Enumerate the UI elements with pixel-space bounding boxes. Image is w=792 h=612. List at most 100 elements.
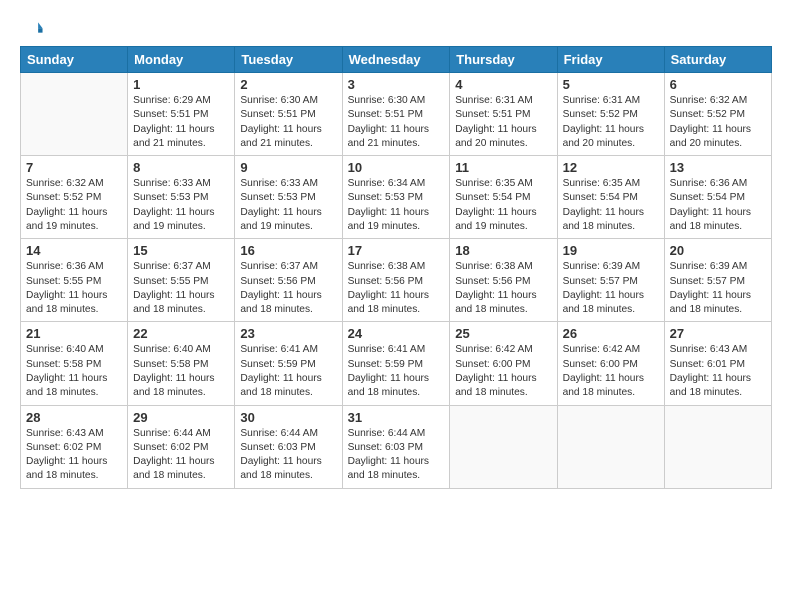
day-info: Sunrise: 6:42 AMSunset: 6:00 PMDaylight:… bbox=[455, 343, 551, 400]
calendar-cell: 28 Sunrise: 6:43 AMSunset: 6:02 PMDayligh… bbox=[21, 405, 128, 488]
day-number: 19 bbox=[563, 243, 659, 258]
day-info: Sunrise: 6:30 AMSunset: 5:51 PMDaylight:… bbox=[240, 94, 336, 151]
calendar-cell: 10 Sunrise: 6:34 AMSunset: 5:53 PMDayligh… bbox=[342, 156, 450, 239]
weekday-header-thursday: Thursday bbox=[450, 47, 557, 73]
week-row-4: 21 Sunrise: 6:40 AMSunset: 5:58 PMDayligh… bbox=[21, 322, 772, 405]
day-number: 7 bbox=[26, 160, 122, 175]
day-number: 29 bbox=[133, 410, 229, 425]
calendar-cell bbox=[21, 73, 128, 156]
calendar-cell: 13Sunrise: 6:36 AMSunset: 5:54 PMDayligh… bbox=[664, 156, 771, 239]
weekday-header-tuesday: Tuesday bbox=[235, 47, 342, 73]
day-number: 17 bbox=[348, 243, 445, 258]
calendar-cell: 21 Sunrise: 6:40 AMSunset: 5:58 PMDayligh… bbox=[21, 322, 128, 405]
day-info: Sunrise: 6:42 AMSunset: 6:00 PMDaylight:… bbox=[563, 343, 659, 400]
week-row-3: 14Sunrise: 6:36 AMSunset: 5:55 PMDayligh… bbox=[21, 239, 772, 322]
day-number: 26 bbox=[563, 326, 659, 341]
day-info: Sunrise: 6:38 AMSunset: 5:56 PMDaylight:… bbox=[348, 260, 445, 317]
week-row-1: 1 Sunrise: 6:29 AMSunset: 5:51 PMDaylight… bbox=[21, 73, 772, 156]
day-info: Sunrise: 6:34 AMSunset: 5:53 PMDaylight:… bbox=[348, 177, 445, 234]
week-row-2: 7 Sunrise: 6:32 AMSunset: 5:52 PMDaylight… bbox=[21, 156, 772, 239]
day-info: Sunrise: 6:29 AMSunset: 5:51 PMDaylight:… bbox=[133, 94, 229, 151]
day-number: 15 bbox=[133, 243, 229, 258]
day-number: 18 bbox=[455, 243, 551, 258]
day-number: 9 bbox=[240, 160, 336, 175]
day-info: Sunrise: 6:39 AMSunset: 5:57 PMDaylight:… bbox=[670, 260, 766, 317]
day-info: Sunrise: 6:40 AMSunset: 5:58 PMDaylight:… bbox=[26, 343, 122, 400]
day-info: Sunrise: 6:43 AMSunset: 6:02 PMDaylight:… bbox=[26, 427, 122, 484]
day-info: Sunrise: 6:32 AMSunset: 5:52 PMDaylight:… bbox=[26, 177, 122, 234]
calendar-cell: 3 Sunrise: 6:30 AMSunset: 5:51 PMDaylight… bbox=[342, 73, 450, 156]
weekday-header-friday: Friday bbox=[557, 47, 664, 73]
calendar-cell: 30 Sunrise: 6:44 AMSunset: 6:03 PMDayligh… bbox=[235, 405, 342, 488]
day-number: 1 bbox=[133, 77, 229, 92]
main-container: SundayMondayTuesdayWednesdayThursdayFrid… bbox=[0, 0, 792, 499]
calendar-cell: 8 Sunrise: 6:33 AMSunset: 5:53 PMDaylight… bbox=[128, 156, 235, 239]
calendar-cell: 25 Sunrise: 6:42 AMSunset: 6:00 PMDayligh… bbox=[450, 322, 557, 405]
calendar-table: SundayMondayTuesdayWednesdayThursdayFrid… bbox=[20, 46, 772, 489]
weekday-header-sunday: Sunday bbox=[21, 47, 128, 73]
day-number: 6 bbox=[670, 77, 766, 92]
day-number: 3 bbox=[348, 77, 445, 92]
logo bbox=[20, 18, 44, 40]
calendar-cell: 20 Sunrise: 6:39 AMSunset: 5:57 PMDayligh… bbox=[664, 239, 771, 322]
day-number: 12 bbox=[563, 160, 659, 175]
calendar-cell: 27 Sunrise: 6:43 AMSunset: 6:01 PMDayligh… bbox=[664, 322, 771, 405]
calendar-cell: 11Sunrise: 6:35 AMSunset: 5:54 PMDayligh… bbox=[450, 156, 557, 239]
day-info: Sunrise: 6:36 AMSunset: 5:55 PMDaylight:… bbox=[26, 260, 122, 317]
calendar-cell bbox=[557, 405, 664, 488]
day-number: 2 bbox=[240, 77, 336, 92]
weekday-header-row: SundayMondayTuesdayWednesdayThursdayFrid… bbox=[21, 47, 772, 73]
day-info: Sunrise: 6:32 AMSunset: 5:52 PMDaylight:… bbox=[670, 94, 766, 151]
header bbox=[20, 18, 772, 40]
calendar-cell: 24 Sunrise: 6:41 AMSunset: 5:59 PMDayligh… bbox=[342, 322, 450, 405]
calendar-cell: 7 Sunrise: 6:32 AMSunset: 5:52 PMDaylight… bbox=[21, 156, 128, 239]
calendar-cell bbox=[450, 405, 557, 488]
calendar-cell: 17 Sunrise: 6:38 AMSunset: 5:56 PMDayligh… bbox=[342, 239, 450, 322]
day-number: 24 bbox=[348, 326, 445, 341]
day-info: Sunrise: 6:37 AMSunset: 5:55 PMDaylight:… bbox=[133, 260, 229, 317]
day-number: 31 bbox=[348, 410, 445, 425]
weekday-header-monday: Monday bbox=[128, 47, 235, 73]
week-row-5: 28 Sunrise: 6:43 AMSunset: 6:02 PMDayligh… bbox=[21, 405, 772, 488]
day-number: 28 bbox=[26, 410, 122, 425]
day-number: 20 bbox=[670, 243, 766, 258]
day-number: 27 bbox=[670, 326, 766, 341]
logo-icon bbox=[22, 18, 44, 40]
calendar-cell: 29Sunrise: 6:44 AMSunset: 6:02 PMDayligh… bbox=[128, 405, 235, 488]
day-info: Sunrise: 6:41 AMSunset: 5:59 PMDaylight:… bbox=[240, 343, 336, 400]
calendar-cell: 6 Sunrise: 6:32 AMSunset: 5:52 PMDaylight… bbox=[664, 73, 771, 156]
day-number: 25 bbox=[455, 326, 551, 341]
day-number: 13 bbox=[670, 160, 766, 175]
day-number: 22 bbox=[133, 326, 229, 341]
day-info: Sunrise: 6:37 AMSunset: 5:56 PMDaylight:… bbox=[240, 260, 336, 317]
calendar-cell bbox=[664, 405, 771, 488]
day-info: Sunrise: 6:44 AMSunset: 6:03 PMDaylight:… bbox=[240, 427, 336, 484]
day-number: 10 bbox=[348, 160, 445, 175]
day-info: Sunrise: 6:38 AMSunset: 5:56 PMDaylight:… bbox=[455, 260, 551, 317]
weekday-header-saturday: Saturday bbox=[664, 47, 771, 73]
day-number: 16 bbox=[240, 243, 336, 258]
day-number: 21 bbox=[26, 326, 122, 341]
day-number: 4 bbox=[455, 77, 551, 92]
weekday-header-wednesday: Wednesday bbox=[342, 47, 450, 73]
day-info: Sunrise: 6:43 AMSunset: 6:01 PMDaylight:… bbox=[670, 343, 766, 400]
day-number: 30 bbox=[240, 410, 336, 425]
day-number: 11 bbox=[455, 160, 551, 175]
calendar-cell: 1 Sunrise: 6:29 AMSunset: 5:51 PMDaylight… bbox=[128, 73, 235, 156]
day-info: Sunrise: 6:31 AMSunset: 5:52 PMDaylight:… bbox=[563, 94, 659, 151]
calendar-cell: 12Sunrise: 6:35 AMSunset: 5:54 PMDayligh… bbox=[557, 156, 664, 239]
day-info: Sunrise: 6:41 AMSunset: 5:59 PMDaylight:… bbox=[348, 343, 445, 400]
day-info: Sunrise: 6:39 AMSunset: 5:57 PMDaylight:… bbox=[563, 260, 659, 317]
day-info: Sunrise: 6:33 AMSunset: 5:53 PMDaylight:… bbox=[133, 177, 229, 234]
day-info: Sunrise: 6:44 AMSunset: 6:03 PMDaylight:… bbox=[348, 427, 445, 484]
day-number: 8 bbox=[133, 160, 229, 175]
day-info: Sunrise: 6:30 AMSunset: 5:51 PMDaylight:… bbox=[348, 94, 445, 151]
day-number: 23 bbox=[240, 326, 336, 341]
calendar-cell: 5 Sunrise: 6:31 AMSunset: 5:52 PMDaylight… bbox=[557, 73, 664, 156]
day-number: 5 bbox=[563, 77, 659, 92]
day-info: Sunrise: 6:40 AMSunset: 5:58 PMDaylight:… bbox=[133, 343, 229, 400]
calendar-cell: 16 Sunrise: 6:37 AMSunset: 5:56 PMDayligh… bbox=[235, 239, 342, 322]
day-info: Sunrise: 6:31 AMSunset: 5:51 PMDaylight:… bbox=[455, 94, 551, 151]
calendar-cell: 19 Sunrise: 6:39 AMSunset: 5:57 PMDayligh… bbox=[557, 239, 664, 322]
calendar-cell: 22 Sunrise: 6:40 AMSunset: 5:58 PMDayligh… bbox=[128, 322, 235, 405]
